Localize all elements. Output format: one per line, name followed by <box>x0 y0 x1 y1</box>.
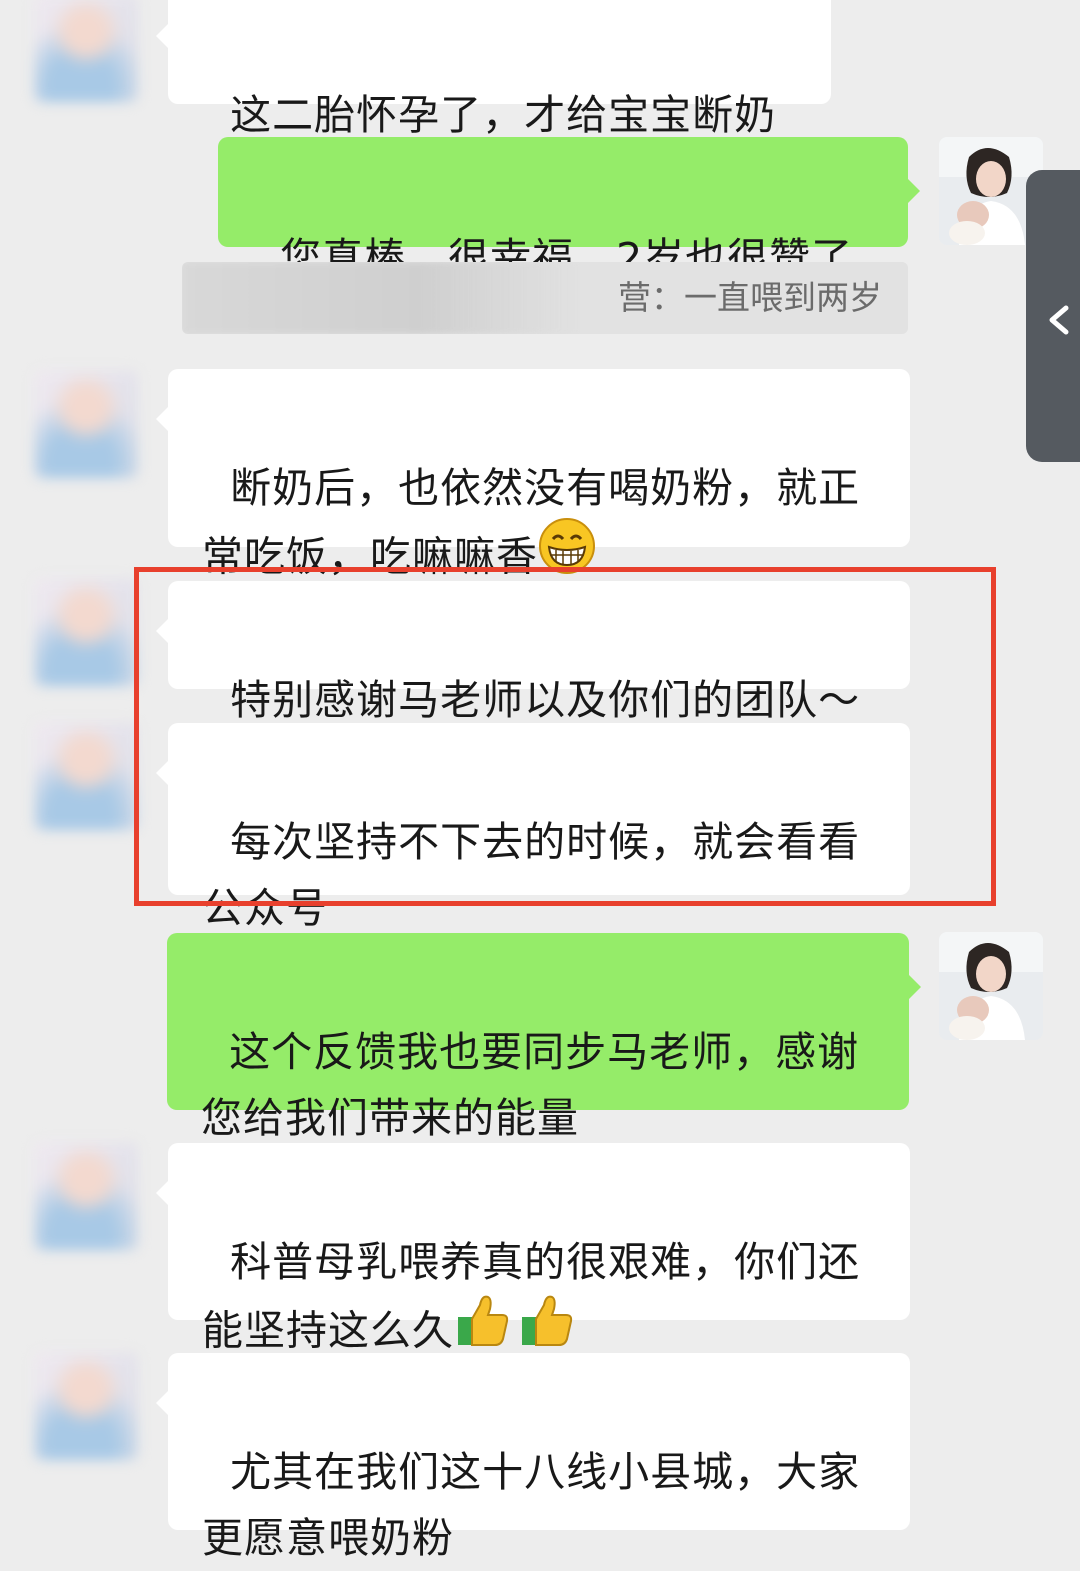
quoted-reply[interactable]: 营：一直喂到两岁 <box>182 262 908 334</box>
message-text: 断奶后，也依然没有喝奶粉，就正 常吃饭，吃嘛嘛香 <box>202 464 861 581</box>
self-avatar[interactable] <box>939 932 1043 1040</box>
incoming-message[interactable]: 断奶后，也依然没有喝奶粉，就正 常吃饭，吃嘛嘛香 <box>156 369 910 581</box>
contact-avatar[interactable] <box>34 578 138 686</box>
contact-avatar[interactable] <box>34 370 138 478</box>
outgoing-message[interactable]: 您真棒，很幸福，2岁也很赞了 <box>218 137 920 282</box>
message-text: 这个反馈我也要同步马老师，感谢 您给我们带来的能量 <box>201 1028 860 1142</box>
mother-baby-photo-icon <box>939 932 1043 1040</box>
outgoing-message[interactable]: 这个反馈我也要同步马老师，感谢 您给我们带来的能量 <box>167 933 921 1142</box>
quote-text: 营：一直喂到两岁 <box>618 278 882 317</box>
quote-sender-redaction <box>182 262 582 334</box>
contact-avatar[interactable] <box>34 722 138 830</box>
highlight-box <box>134 567 996 906</box>
incoming-message[interactable]: 科普母乳喂养真的很艰难，你们还 能坚持这么久 <box>156 1143 910 1355</box>
contact-avatar[interactable] <box>34 1142 138 1250</box>
message-text: 尤其在我们这十八线小县城，大家 更愿意喂奶粉 <box>202 1448 861 1562</box>
message-text: 这二胎怀孕了，才给宝宝断奶 <box>230 91 777 139</box>
incoming-message[interactable]: 尤其在我们这十八线小县城，大家 更愿意喂奶粉 <box>156 1353 910 1562</box>
contact-avatar[interactable] <box>34 1352 138 1460</box>
chevron-left-icon <box>1049 305 1069 335</box>
side-collapse-tab[interactable] <box>1026 170 1080 462</box>
contact-avatar[interactable] <box>34 0 138 102</box>
incoming-message[interactable]: 这二胎怀孕了，才给宝宝断奶 <box>156 0 831 139</box>
